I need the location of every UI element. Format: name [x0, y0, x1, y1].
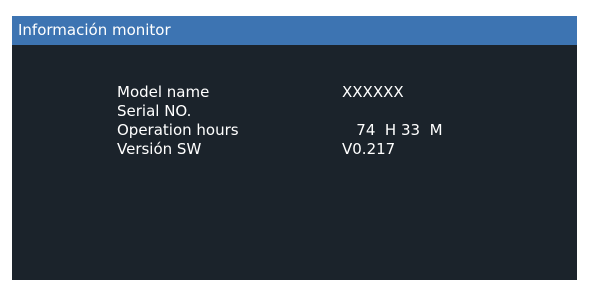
info-row-serial-no: Serial NO. [117, 102, 443, 121]
model-name-label: Model name [117, 83, 210, 101]
serial-no-label: Serial NO. [117, 102, 192, 120]
info-list: Model name XXXXXX Serial NO. Operation h… [117, 83, 443, 159]
operation-hours-value: 74 H 33 M [342, 121, 443, 139]
operation-hours-label: Operation hours [117, 121, 239, 139]
panel-title: Información monitor [12, 16, 577, 45]
model-name-value: XXXXXX [342, 83, 404, 101]
info-row-software-version: Versión SW V0.217 [117, 140, 443, 159]
info-row-model-name: Model name XXXXXX [117, 83, 443, 102]
monitor-info-panel: Información monitor Model name XXXXXX Se… [12, 16, 577, 280]
software-version-label: Versión SW [117, 140, 202, 158]
info-row-operation-hours: Operation hours 74 H 33 M [117, 121, 443, 140]
software-version-value: V0.217 [342, 140, 396, 158]
